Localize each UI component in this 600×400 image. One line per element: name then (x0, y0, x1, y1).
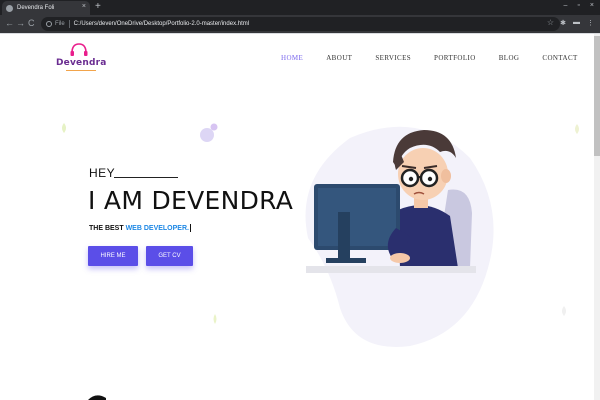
hero-title: I AM DEVENDRA (88, 186, 294, 215)
leaf-decoration-icon (213, 314, 217, 324)
site-logo[interactable]: Devendra (56, 42, 116, 74)
address-bar[interactable]: File C:/Users/deven/OneDrive/Desktop/Por… (41, 17, 560, 31)
omnibox-divider (68, 20, 70, 28)
new-tab-button[interactable]: + (95, 1, 101, 13)
main-nav: HOME ABOUT SERVICES PORTFOLIO BLOG CONTA… (281, 54, 600, 62)
window-controls: – ▫ × (564, 2, 594, 9)
logo-underline (66, 70, 96, 71)
minimize-icon[interactable]: – (564, 2, 568, 9)
hire-me-button[interactable]: HIRE ME (88, 246, 138, 266)
extensions-icon[interactable]: ✱ (560, 19, 566, 27)
nav-portfolio[interactable]: PORTFOLIO (434, 54, 476, 62)
leaf-decoration-icon (575, 124, 579, 134)
bubble-decoration-icon (200, 123, 218, 142)
typing-caret (189, 224, 191, 232)
browser-tab-bar: Devendra Foli × + – ▫ × (0, 0, 600, 15)
tab-title: Devendra Foli (17, 5, 55, 11)
headphones-logo-icon (70, 43, 88, 56)
file-label: File (55, 21, 65, 27)
nav-home[interactable]: HOME (281, 54, 303, 62)
tab-close-icon[interactable]: × (82, 3, 86, 10)
nav-blog[interactable]: BLOG (499, 54, 520, 62)
nav-services[interactable]: SERVICES (375, 54, 411, 62)
url-text[interactable]: C:/Users/deven/OneDrive/Desktop/Portfoli… (74, 21, 249, 27)
leaf-decoration-icon (562, 306, 566, 316)
bottom-partial-shape (88, 395, 106, 400)
developer-illustration (305, 126, 494, 347)
logo-text: Devendra (56, 58, 107, 68)
close-window-icon[interactable]: × (590, 2, 594, 9)
info-icon[interactable] (46, 21, 52, 27)
hero-hey: HEY (89, 166, 116, 180)
nav-contact[interactable]: CONTACT (542, 54, 577, 62)
leaf-decoration-icon (62, 123, 66, 133)
forward-button[interactable]: → (16, 18, 25, 29)
nav-about[interactable]: ABOUT (326, 54, 352, 62)
back-button[interactable]: ← (5, 18, 14, 29)
bookmark-star-icon[interactable]: ☆ (547, 18, 554, 27)
browser-toolbar: ← → C File C:/Users/deven/OneDrive/Deskt… (0, 15, 600, 33)
subtitle-prefix: THE BEST (89, 224, 126, 232)
hero-subtitle: THE BEST WEB DEVELOPER. (89, 224, 191, 232)
menu-icon[interactable]: ⋮ (587, 19, 594, 27)
folder-icon[interactable]: ▬ (573, 19, 580, 27)
reload-button[interactable]: C (28, 18, 35, 29)
subtitle-highlight: WEB DEVELOPER. (125, 224, 189, 232)
favicon-icon (6, 4, 13, 12)
get-cv-button[interactable]: GET CV (146, 246, 193, 266)
hey-underline (114, 177, 178, 178)
page-scrollbar-thumb[interactable] (594, 36, 600, 156)
toolbar-icons: ✱ ▬ ⋮ (560, 19, 594, 27)
maximize-icon[interactable]: ▫ (577, 2, 579, 9)
content-divider (0, 33, 600, 34)
browser-tab[interactable]: Devendra Foli × (2, 1, 90, 15)
